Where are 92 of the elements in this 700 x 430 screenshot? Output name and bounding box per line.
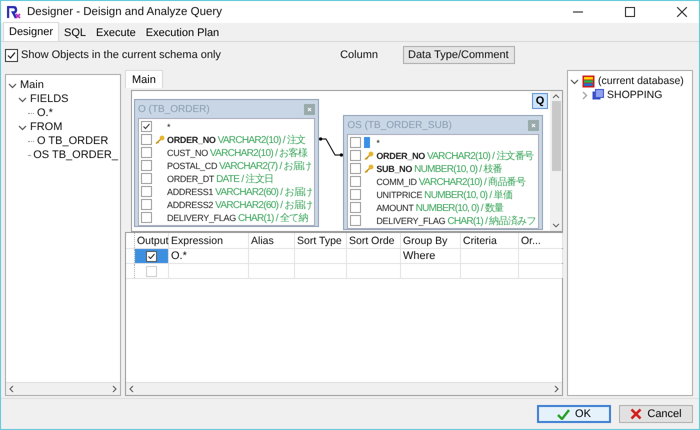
horizontal-scrollbar[interactable] bbox=[6, 382, 120, 395]
tree-item[interactable]: O.* bbox=[37, 107, 53, 119]
column-header[interactable]: Sort Type bbox=[295, 233, 347, 248]
column-header[interactable]: Criteria bbox=[461, 233, 519, 248]
field-name[interactable]: COMM_ID bbox=[376, 176, 417, 186]
field-name[interactable]: * bbox=[167, 122, 170, 132]
column-header[interactable]: Sort Orde bbox=[347, 233, 401, 248]
expand-chevron-icon[interactable] bbox=[570, 76, 579, 86]
checkbox[interactable] bbox=[350, 215, 362, 226]
tab[interactable]: Main bbox=[125, 70, 163, 88]
column-header[interactable]: Or... bbox=[519, 233, 563, 248]
tree-item[interactable]: OS TB_ORDER_ bbox=[33, 149, 118, 161]
ok-button[interactable]: OK bbox=[537, 405, 611, 423]
field-name[interactable]: ORDER_NO bbox=[167, 134, 216, 144]
field-type: VARCHAR2(60) / お届け bbox=[215, 198, 312, 212]
tree-item[interactable]: FIELDS bbox=[30, 93, 69, 105]
maximize-icon[interactable] bbox=[625, 7, 635, 17]
checkbox[interactable] bbox=[350, 150, 362, 161]
tree-item[interactable]: O TB_ORDER bbox=[37, 135, 108, 147]
field-type: CHAR(1) / 納品済みフ bbox=[447, 214, 536, 228]
checkbox[interactable] bbox=[350, 137, 362, 148]
field-name[interactable]: ADDRESS2 bbox=[167, 200, 214, 210]
field-type: VARCHAR2(10) / 商品番号 bbox=[418, 176, 526, 188]
field-name[interactable]: ORDER_NO bbox=[376, 150, 425, 160]
field-name[interactable]: UNITPRICE bbox=[376, 190, 422, 200]
column-header[interactable]: Output bbox=[135, 233, 169, 248]
table-box[interactable]: OS (TB_ORDER_SUB) * ORDER_NO VARCHAR2(10) / 注文番号 SUB_NO NUMBER(10, 0) / 枝番 COMM_ID VARCHAR2(10) / 商品番号 UNITPRICE NUMBER(10, 0) / 単価 AMOUNT NUMBER(10, 0) / 数量 DELIVERY_FLAG CHAR(1) / 納品済みフ bbox=[343, 115, 543, 230]
field-name[interactable]: ADDRESS1 bbox=[167, 186, 214, 196]
checkbox[interactable] bbox=[350, 176, 362, 187]
field-type: NUMBER(10, 0) / 数量 bbox=[416, 202, 504, 214]
checkbox[interactable] bbox=[141, 121, 152, 132]
expand-chevron-icon[interactable] bbox=[18, 94, 27, 104]
tree-item[interactable]: FROM bbox=[30, 121, 62, 133]
checkbox[interactable] bbox=[146, 250, 157, 262]
table-box[interactable]: O (TB_ORDER) * ORDER_NO VARCHAR2(10) / 注文 CUST_NO VARCHAR2(10) / お客様 POSTAL_CD VARCHAR2(7) / お届け ORDER_DT DATE / 注文日 ADDRESS1 VARCHAR2(60) / お届け ADDRESS2 VARCHAR2(60) / お届け DELIVERY_FLAG CHAR(1) / 全て納 bbox=[134, 99, 320, 227]
checkbox[interactable] bbox=[350, 202, 362, 213]
checkbox[interactable] bbox=[141, 199, 152, 210]
field-type: CHAR(1) / 全て納 bbox=[238, 212, 308, 224]
checkbox[interactable] bbox=[350, 163, 362, 174]
field-name[interactable]: SUB_NO bbox=[376, 164, 412, 174]
column-header[interactable]: Expression bbox=[169, 233, 249, 248]
table-title: OS (TB_ORDER_SUB) bbox=[347, 120, 452, 130]
field-type: VARCHAR2(7) / お届け bbox=[219, 160, 312, 172]
column-header[interactable]: Alias bbox=[249, 233, 295, 248]
database-stack-icon bbox=[582, 74, 595, 88]
checkbox[interactable] bbox=[141, 173, 152, 184]
tree-item[interactable]: SHOPPING bbox=[607, 89, 662, 101]
cancel-button[interactable]: Cancel bbox=[619, 405, 693, 423]
checkbox[interactable] bbox=[141, 160, 152, 171]
table-cell: Where bbox=[403, 250, 436, 262]
field-type: VARCHAR2(60) / お届け bbox=[215, 186, 312, 198]
window-title: Designer - Deisign and Analyze Query bbox=[27, 6, 222, 18]
app-logo-icon bbox=[7, 6, 21, 18]
schema-icon bbox=[592, 89, 604, 101]
vertical-scrollbar[interactable] bbox=[550, 91, 562, 231]
checkmark-icon bbox=[557, 408, 570, 420]
field-name[interactable]: DELIVERY_FLAG bbox=[167, 212, 236, 222]
checkbox[interactable] bbox=[141, 147, 152, 158]
column-label: Column bbox=[340, 49, 378, 61]
checkbox[interactable] bbox=[5, 48, 18, 62]
checkbox[interactable] bbox=[141, 134, 152, 145]
column-dropdown[interactable]: Data Type/Comment bbox=[403, 46, 515, 64]
field-type: VARCHAR2(10) / お客様 bbox=[210, 146, 308, 160]
checkbox[interactable] bbox=[350, 189, 362, 200]
expand-chevron-icon[interactable] bbox=[8, 80, 17, 90]
tree-item[interactable]: (current database) bbox=[598, 75, 684, 87]
query-button[interactable]: Q bbox=[532, 93, 548, 109]
field-type: VARCHAR2(10) / 注文 bbox=[218, 134, 306, 146]
collapse-chevron-icon[interactable] bbox=[580, 90, 589, 100]
field-name[interactable]: DELIVERY_FLAG bbox=[376, 216, 446, 226]
field-type: NUMBER(10, 0) / 枝番 bbox=[414, 162, 502, 176]
field-type: VARCHAR2(10) / 注文番号 bbox=[426, 150, 534, 162]
field-name[interactable]: ORDER_DT bbox=[167, 174, 214, 184]
checkbox[interactable] bbox=[141, 212, 152, 223]
table-title: O (TB_ORDER) bbox=[138, 104, 210, 114]
checkbox[interactable] bbox=[141, 186, 152, 197]
field-name[interactable]: * bbox=[376, 138, 380, 148]
close-icon[interactable] bbox=[677, 7, 687, 17]
table-cell: O.* bbox=[171, 250, 187, 262]
field-name[interactable]: POSTAL_CD bbox=[167, 160, 218, 170]
checkbox-label: Show Objects in the current schema only bbox=[21, 49, 221, 61]
field-type: NUMBER(10, 0) / 単価 bbox=[424, 188, 512, 202]
field-type: DATE / 注文日 bbox=[216, 172, 274, 186]
field-name[interactable]: AMOUNT bbox=[376, 202, 414, 212]
join-line bbox=[319, 137, 344, 157]
tree-item[interactable]: Main bbox=[20, 79, 44, 91]
field-name[interactable]: CUST_NO bbox=[167, 148, 208, 158]
column-header[interactable]: Group By bbox=[401, 233, 461, 248]
horizontal-scrollbar[interactable] bbox=[126, 382, 562, 395]
tab[interactable]: Designer bbox=[3, 22, 60, 41]
expand-chevron-icon[interactable] bbox=[18, 122, 27, 132]
cross-icon bbox=[630, 408, 642, 420]
